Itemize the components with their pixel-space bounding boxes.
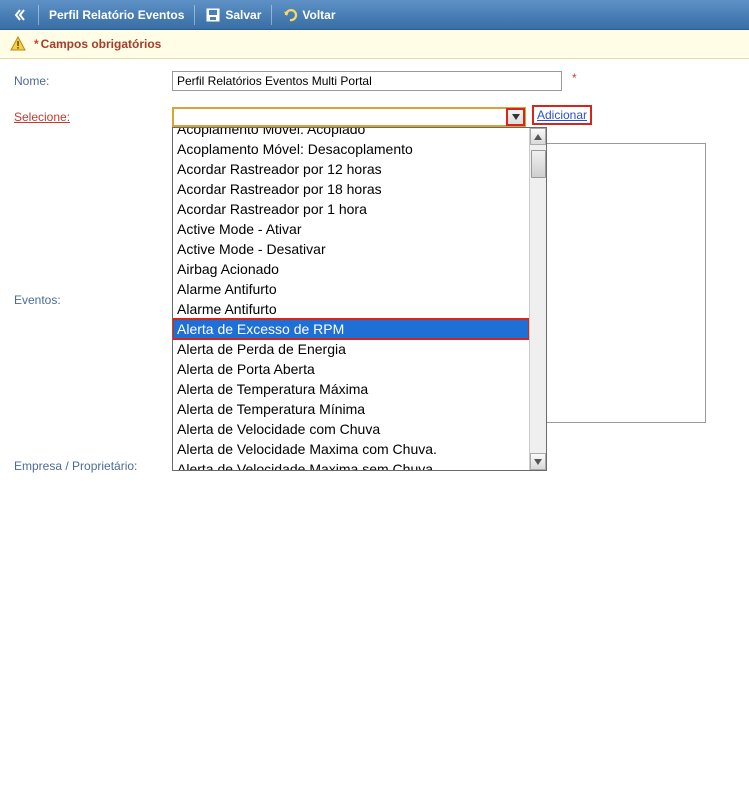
toolbar-title: Perfil Relatório Eventos [49, 8, 184, 22]
notice-text: *Campos obrigatórios [34, 37, 161, 51]
dropdown-items: Acoplamento Móvel: AcopladoAcoplamento M… [173, 128, 529, 470]
selecione-select[interactable] [172, 107, 526, 127]
dropdown-item[interactable]: Alerta de Excesso de RPM [173, 319, 529, 339]
adicionar-highlight: Adicionar [534, 107, 590, 123]
dropdown-item[interactable]: Alerta de Porta Aberta [173, 359, 529, 379]
undo-icon [282, 7, 298, 23]
back-label: Voltar [302, 8, 335, 22]
dropdown-item[interactable]: Alerta de Velocidade com Chuva [173, 419, 529, 439]
required-notice: *Campos obrigatórios [0, 30, 749, 59]
scroll-up-button[interactable] [530, 128, 546, 145]
chevron-double-left-icon [12, 7, 28, 23]
save-button[interactable]: Salvar [197, 0, 269, 29]
dropdown-item[interactable]: Acoplamento Móvel: Acoplado [173, 128, 529, 139]
warning-icon [10, 36, 26, 52]
dropdown-item[interactable]: Alerta de Velocidade Maxima com Chuva. [173, 439, 529, 459]
chevron-down-icon [512, 114, 520, 120]
selecione-label: Selecione: [14, 107, 172, 124]
dropdown-item[interactable]: Alarme Antifurto [173, 299, 529, 319]
dropdown-item[interactable]: Acordar Rastreador por 18 horas [173, 179, 529, 199]
separator [38, 5, 39, 25]
dropdown-item[interactable]: Active Mode - Ativar [173, 219, 529, 239]
back-button[interactable]: Voltar [274, 0, 343, 29]
dropdown-arrow-button[interactable] [507, 109, 524, 125]
dropdown-item[interactable]: Alerta de Velocidade Maxima sem Chuva [173, 459, 529, 470]
chevron-down-icon [534, 459, 542, 465]
nome-row: Nome: * [14, 71, 735, 91]
dropdown-item[interactable]: Active Mode - Desativar [173, 239, 529, 259]
page-title: Perfil Relatório Eventos [41, 0, 192, 29]
scroll-down-button[interactable] [530, 453, 546, 470]
dropdown-item[interactable]: Alerta de Perda de Energia [173, 339, 529, 359]
selecione-dropdown: Acoplamento Móvel: AcopladoAcoplamento M… [172, 127, 547, 471]
form: Nome: * Selecione: Acoplamento Móvel: Ac… [0, 59, 749, 793]
dropdown-item[interactable]: Acoplamento Móvel: Desacoplamento [173, 139, 529, 159]
dropdown-item[interactable]: Alarme Antifurto [173, 279, 529, 299]
separator [271, 5, 272, 25]
dropdown-item[interactable]: Alerta de Temperatura Máxima [173, 379, 529, 399]
collapse-button[interactable] [4, 0, 36, 29]
dropdown-scrollbar[interactable] [529, 128, 546, 470]
chevron-up-icon [534, 134, 542, 140]
nome-input[interactable] [172, 71, 562, 91]
dropdown-item[interactable]: Acordar Rastreador por 12 horas [173, 159, 529, 179]
required-star: * [572, 71, 577, 85]
nome-label: Nome: [14, 71, 172, 88]
separator [194, 5, 195, 25]
selecione-row: Selecione: Acoplamento Móvel: AcopladoAc… [14, 107, 735, 127]
dropdown-item[interactable]: Alerta de Temperatura Mínima [173, 399, 529, 419]
empresa-label: Empresa / Proprietário: [14, 149, 172, 473]
dropdown-item[interactable]: Airbag Acionado [173, 259, 529, 279]
scroll-thumb[interactable] [531, 150, 546, 178]
adicionar-link[interactable]: Adicionar [537, 108, 587, 122]
save-icon [205, 7, 221, 23]
toolbar: Perfil Relatório Eventos Salvar Voltar [0, 0, 749, 30]
dropdown-item[interactable]: Acordar Rastreador por 1 hora [173, 199, 529, 219]
save-label: Salvar [225, 8, 261, 22]
